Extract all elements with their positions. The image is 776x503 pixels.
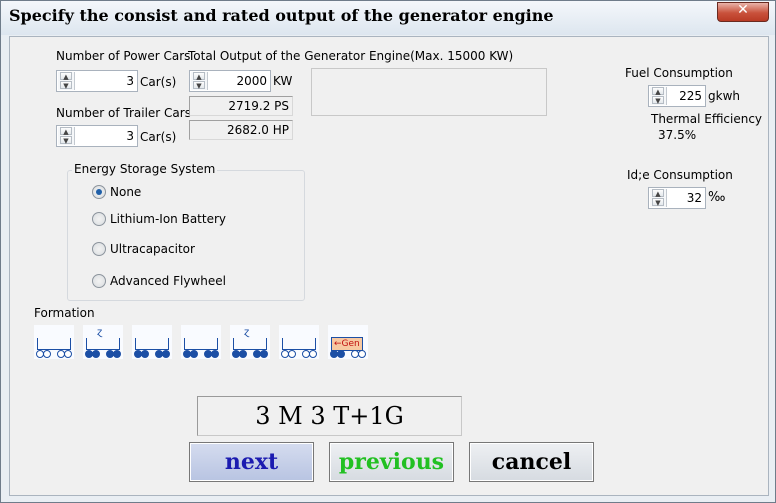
radio-none-label[interactable]: None [110,185,141,199]
total-output-unit: KW [273,74,293,88]
dialog-window: Specify the consist and rated output of … [0,0,776,503]
power-cars-stepper[interactable]: ▲ ▼ 3 [56,70,138,92]
radio-ultracapacitor[interactable] [92,242,106,256]
trailer-cars-unit: Car(s) [140,130,177,144]
car-trailer-icon [34,325,74,359]
notes-box [311,68,547,116]
generator-label: Gen [341,339,360,349]
total-output-label: Total Output of the Generator Engine(Max… [188,49,514,63]
stepper-arrows[interactable]: ▲ ▼ [58,72,75,90]
window-title: Specify the consist and rated output of … [9,6,554,25]
radio-lithium-ion-label[interactable]: Lithium-Ion Battery [110,212,226,226]
spin-down-icon[interactable]: ▼ [193,81,205,90]
energy-storage-group: Energy Storage System None Lithium-Ion B… [67,162,305,301]
total-output-value: 2000 [236,74,267,88]
power-cars-value: 3 [126,74,134,88]
fuel-consumption-stepper[interactable]: ▲ ▼ 225 [648,85,706,107]
thermal-efficiency-label: Thermal Efficiency [651,112,763,126]
close-button[interactable]: ✕ [717,2,769,22]
spin-down-icon[interactable]: ▼ [60,136,72,145]
radio-advanced-flywheel[interactable] [92,274,106,288]
power-cars-unit: Car(s) [140,75,177,89]
fuel-consumption-value: 225 [679,89,702,103]
radio-lithium-ion[interactable] [92,212,106,226]
spin-up-icon[interactable]: ▲ [652,87,664,96]
idle-consumption-unit: ‰ [708,190,726,205]
trailer-cars-label: Number of Trailer Cars [56,106,191,120]
stepper-arrows[interactable]: ▲ ▼ [650,87,667,105]
ps-readout: 2719.2 PS [189,96,293,116]
hp-readout: 2682.0 HP [189,120,293,140]
next-button[interactable]: next [189,442,314,482]
radio-ultracapacitor-label[interactable]: Ultracapacitor [110,242,195,256]
previous-button[interactable]: previous [329,442,454,482]
car-trailer-icon [181,325,221,359]
stepper-arrows[interactable]: ▲ ▼ [58,127,75,145]
spin-down-icon[interactable]: ▼ [60,81,72,90]
trailer-cars-stepper[interactable]: ▲ ▼ 3 [56,125,138,147]
idle-consumption-value: 32 [686,191,702,205]
car-trailer-icon [279,325,319,359]
total-output-stepper[interactable]: ▲ ▼ 2000 [189,70,271,92]
car-power-icon: ɀ [230,325,270,359]
idle-consumption-stepper[interactable]: ▲ ▼ 32 [648,187,706,209]
fuel-consumption-unit: gkwh [708,89,740,103]
car-power-icon: ɀ [83,325,123,359]
spin-up-icon[interactable]: ▲ [652,189,664,198]
spin-down-icon[interactable]: ▼ [652,198,664,207]
fuel-consumption-label: Fuel Consumption [625,66,733,80]
thermal-efficiency-value: 37.5% [658,128,697,142]
car-trailer-icon [132,325,172,359]
ps-value: 2719.2 PS [228,99,289,113]
car-generator-icon: ←Gen [328,325,368,359]
stepper-arrows[interactable]: ▲ ▼ [650,189,667,207]
radio-none[interactable] [92,185,106,199]
close-icon: ✕ [737,2,749,18]
energy-storage-legend: Energy Storage System [72,162,218,176]
trailer-cars-value: 3 [126,129,134,143]
spin-up-icon[interactable]: ▲ [60,72,72,81]
title-bar: Specify the consist and rated output of … [1,1,775,35]
radio-advanced-flywheel-label[interactable]: Advanced Flywheel [110,274,226,288]
dialog-body: Number of Power Cars Total Output of the… [9,36,769,496]
spin-up-icon[interactable]: ▲ [193,72,205,81]
spin-down-icon[interactable]: ▼ [652,96,664,105]
formation-formula: 3 M 3 T+1G [197,396,462,436]
cancel-button[interactable]: cancel [469,442,594,482]
power-cars-label: Number of Power Cars [56,49,191,63]
idle-consumption-label: Id;e Consumption [627,168,733,182]
formation-label: Formation [34,306,95,320]
stepper-arrows[interactable]: ▲ ▼ [191,72,208,90]
spin-up-icon[interactable]: ▲ [60,127,72,136]
hp-value: 2682.0 HP [226,123,289,137]
